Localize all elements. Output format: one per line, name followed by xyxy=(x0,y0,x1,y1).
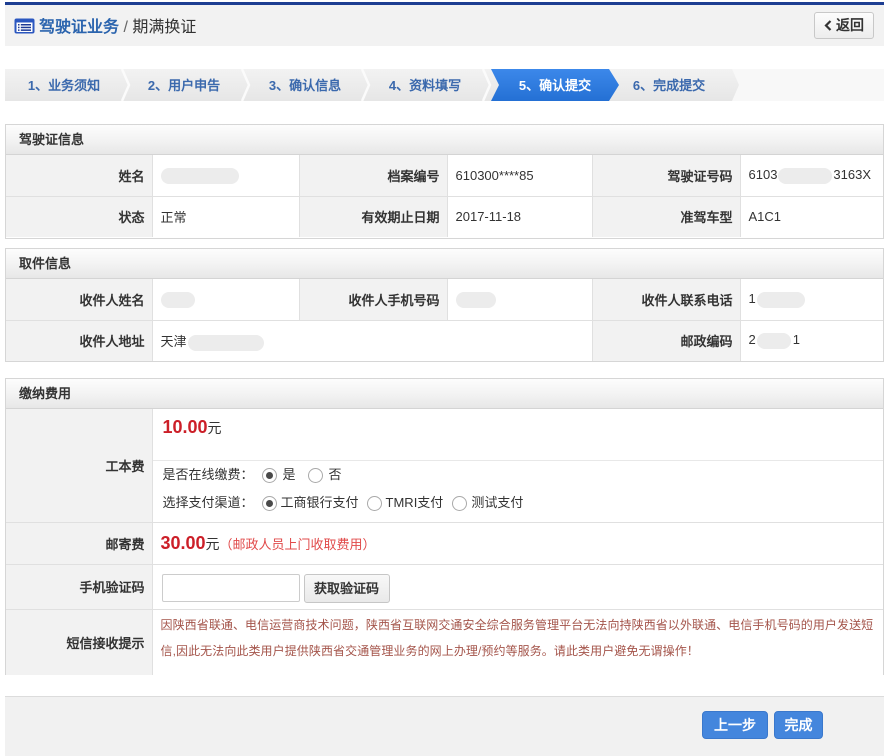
svg-text:5、确认提交: 5、确认提交 xyxy=(519,78,591,93)
svg-text:6、完成提交: 6、完成提交 xyxy=(633,78,705,93)
svg-text:2、用户申告: 2、用户申告 xyxy=(148,78,220,93)
svg-text:1、业务须知: 1、业务须知 xyxy=(28,78,100,93)
svg-text:4、资料填写: 4、资料填写 xyxy=(389,78,461,93)
svg-text:3、确认信息: 3、确认信息 xyxy=(269,78,341,93)
